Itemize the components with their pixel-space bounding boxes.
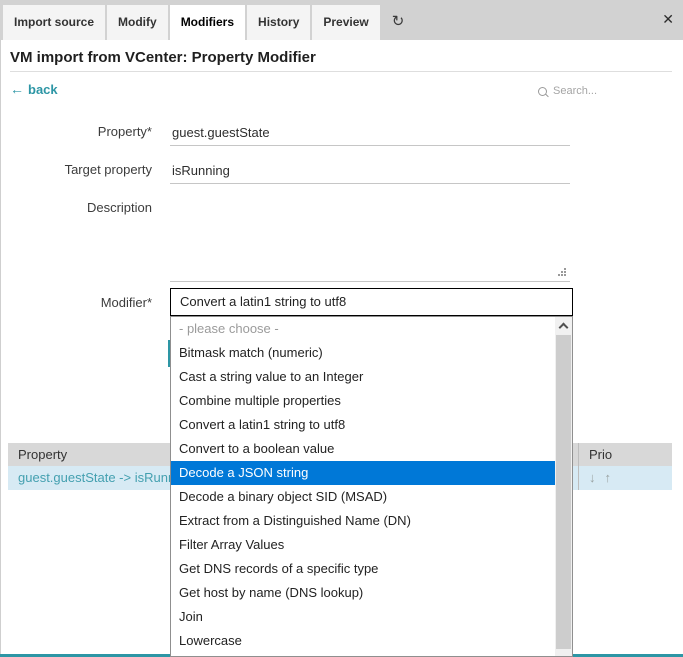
- dropdown-scrollbar[interactable]: [555, 317, 572, 656]
- property-label: Property*: [0, 124, 152, 139]
- dropdown-option-highlighted[interactable]: Decode a JSON string: [171, 461, 555, 485]
- dropdown-option[interactable]: Convert to a boolean value: [171, 437, 572, 461]
- dropdown-option[interactable]: Get DNS records of a specific type: [171, 557, 572, 581]
- description-textarea[interactable]: [170, 196, 570, 282]
- vm-import-modifier-page: Import source Modify Modifiers History P…: [0, 0, 683, 657]
- back-arrow-icon: ←: [10, 81, 24, 97]
- back-label: back: [28, 82, 58, 97]
- dropdown-option[interactable]: Join: [171, 605, 572, 629]
- column-header-prio: Prio: [578, 443, 672, 466]
- modifier-label: Modifier*: [0, 295, 152, 310]
- property-input[interactable]: [170, 119, 570, 146]
- prio-down-icon[interactable]: ↓: [589, 470, 596, 485]
- tab-preview[interactable]: Preview: [312, 5, 379, 40]
- back-button[interactable]: ← back: [10, 81, 58, 97]
- dropdown-option[interactable]: Combine multiple properties: [171, 389, 572, 413]
- search-box: [538, 84, 645, 98]
- dropdown-option[interactable]: Cast a string value to an Integer: [171, 365, 572, 389]
- dropdown-option[interactable]: Bitmask match (numeric): [171, 341, 572, 365]
- scroll-up-icon[interactable]: [555, 317, 572, 334]
- tab-modify[interactable]: Modify: [107, 5, 168, 40]
- tab-bar: Import source Modify Modifiers History P…: [0, 0, 683, 40]
- dropdown-option[interactable]: Get host by name (DNS lookup): [171, 581, 572, 605]
- tab-history[interactable]: History: [247, 5, 310, 40]
- target-property-input[interactable]: [170, 157, 570, 184]
- title-divider: [10, 71, 672, 72]
- modifier-dropdown-list: - please choose - Bitmask match (numeric…: [170, 316, 573, 657]
- search-icon: [538, 87, 547, 96]
- dropdown-option[interactable]: Filter Array Values: [171, 533, 572, 557]
- target-property-label: Target property: [0, 162, 152, 177]
- search-input[interactable]: [551, 84, 645, 98]
- dropdown-option[interactable]: Convert a latin1 string to utf8: [171, 413, 572, 437]
- dropdown-option[interactable]: - please choose -: [171, 317, 572, 341]
- tab-import-source[interactable]: Import source: [3, 5, 105, 40]
- description-label: Description: [0, 200, 152, 215]
- modifier-select[interactable]: Convert a latin1 string to utf8: [170, 288, 573, 316]
- page-title: VM import from VCenter: Property Modifie…: [10, 49, 316, 66]
- refresh-icon[interactable]: ↻: [382, 5, 415, 40]
- dropdown-option[interactable]: Lowercase: [171, 629, 572, 653]
- dropdown-option[interactable]: Extract from a Distinguished Name (DN): [171, 509, 572, 533]
- tab-modifiers[interactable]: Modifiers: [170, 5, 245, 44]
- dropdown-option[interactable]: Decode a binary object SID (MSAD): [171, 485, 572, 509]
- table-row-prio: ↓↑: [578, 466, 672, 490]
- close-icon[interactable]: ✕: [662, 11, 674, 28]
- resize-grip-icon[interactable]: [564, 268, 566, 270]
- scrollbar-thumb[interactable]: [556, 335, 571, 649]
- prio-up-icon[interactable]: ↑: [605, 470, 612, 485]
